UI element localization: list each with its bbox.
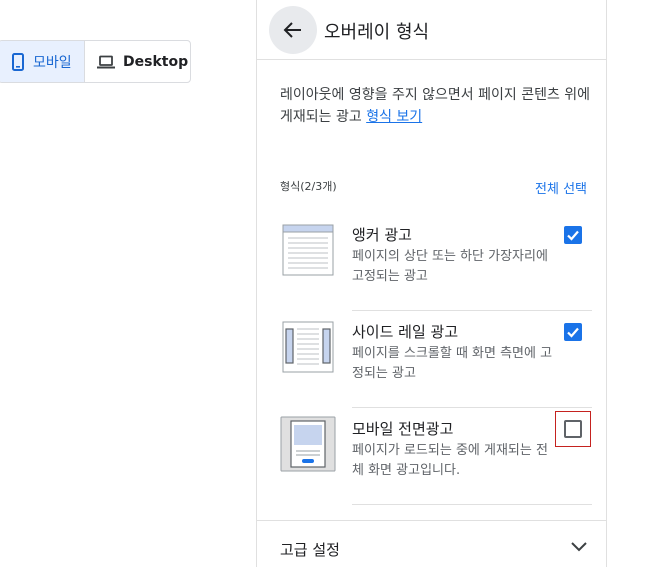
format-name: 모바일 전면광고 <box>352 420 454 438</box>
advanced-settings-label: 고급 설정 <box>280 541 340 559</box>
format-item-interstitial: 모바일 전면광고 페이지가 로드되는 중에 게재되는 전체 화면 광고입니다. <box>280 408 592 505</box>
chevron-down-icon <box>571 542 587 552</box>
description-text: 레이아웃에 영향을 주지 않으면서 페이지 콘텐츠 위에 게재되는 광고 <box>280 87 591 125</box>
check-icon <box>567 327 579 338</box>
check-icon <box>567 230 579 241</box>
format-description: 페이지가 로드되는 중에 게재되는 전체 화면 광고입니다. <box>352 443 548 478</box>
device-toggle: 모바일 Desktop <box>0 40 191 83</box>
side-rail-checkbox[interactable] <box>564 323 582 341</box>
anchor-ad-thumbnail-icon <box>282 224 334 276</box>
arrow-back-icon <box>283 22 301 38</box>
interstitial-ad-thumbnail-icon <box>280 416 336 472</box>
panel-title: 오버레이 형식 <box>324 22 430 43</box>
divider <box>352 504 592 505</box>
formats-count-label: 형식(2/3개) <box>280 180 337 193</box>
format-description: 페이지를 스크롤할 때 화면 측면에 고정되는 광고 <box>352 346 553 381</box>
format-name: 사이드 레일 광고 <box>352 323 459 341</box>
checkbox-focus-outline <box>555 411 591 447</box>
advanced-settings-row[interactable]: 고급 설정 <box>257 520 606 567</box>
laptop-icon <box>97 55 115 68</box>
desktop-button[interactable]: Desktop <box>85 41 190 82</box>
format-item-side-rail: 사이드 레일 광고 페이지를 스크롤할 때 화면 측면에 고정되는 광고 <box>280 311 592 408</box>
view-formats-link[interactable]: 형식 보기 <box>366 109 422 125</box>
format-description: 페이지의 상단 또는 하단 가장자리에 고정되는 광고 <box>352 249 548 284</box>
mobile-label: 모바일 <box>33 54 72 71</box>
overlay-formats-panel: 오버레이 형식 레이아웃에 영향을 주지 않으면서 페이지 콘텐츠 위에 게재되… <box>256 0 607 567</box>
panel-header: 오버레이 형식 <box>257 0 606 60</box>
select-all-button[interactable]: 전체 선택 <box>535 178 587 197</box>
anchor-checkbox[interactable] <box>564 226 582 244</box>
format-name: 앵커 광고 <box>352 226 412 244</box>
desktop-label: Desktop <box>123 53 189 70</box>
side-rail-ad-thumbnail-icon <box>282 321 334 373</box>
mobile-button[interactable]: 모바일 <box>0 41 85 82</box>
panel-description: 레이아웃에 영향을 주지 않으면서 페이지 콘텐츠 위에 게재되는 광고 형식 … <box>280 84 598 128</box>
smartphone-icon <box>12 52 24 71</box>
back-button[interactable] <box>269 6 317 54</box>
format-item-anchor: 앵커 광고 페이지의 상단 또는 하단 가장자리에 고정되는 광고 <box>280 214 592 311</box>
